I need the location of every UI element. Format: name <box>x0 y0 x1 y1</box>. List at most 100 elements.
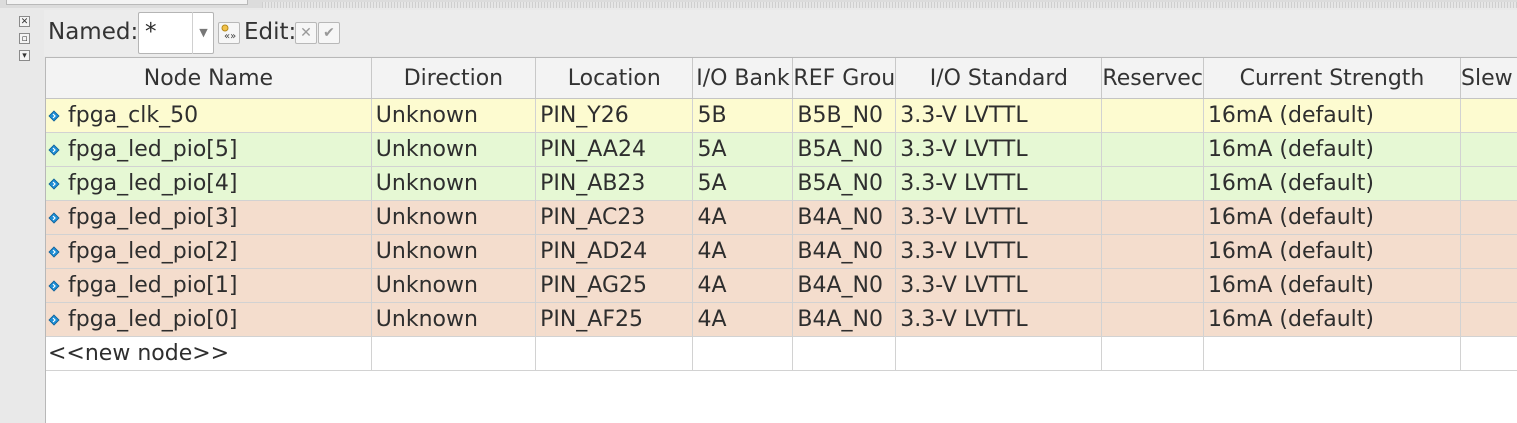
vref-group-cell[interactable]: B4A_N0 <box>792 234 897 269</box>
io-bank-cell[interactable]: 4A <box>692 234 794 269</box>
direction-cell[interactable]: Unknown <box>371 98 537 133</box>
node-name-cell[interactable]: fpga_led_pio[4] <box>46 166 372 201</box>
splitter-handle[interactable] <box>262 2 1517 8</box>
table-row[interactable]: fpga_led_pio[4] Unknown PIN_AB23 5A B5A_N0 3.… <box>46 166 1517 201</box>
chevron-down-icon[interactable]: ▼ <box>192 12 214 54</box>
reserved-cell[interactable] <box>1101 302 1204 337</box>
slew-cell[interactable] <box>1460 132 1517 167</box>
location-cell[interactable]: PIN_AA24 <box>535 132 694 167</box>
location-cell[interactable]: PIN_AF25 <box>535 302 694 337</box>
location-cell[interactable]: PIN_Y26 <box>535 98 694 133</box>
empty-cell[interactable] <box>895 336 1103 371</box>
reserved-cell[interactable] <box>1101 166 1204 201</box>
empty-cell[interactable] <box>371 336 537 371</box>
slew-cell[interactable] <box>1460 98 1517 133</box>
filter-icon[interactable]: «» <box>218 22 240 44</box>
table-row[interactable]: fpga_led_pio[0] Unknown PIN_AF25 4A B4A_N0 3.… <box>46 302 1517 337</box>
direction-cell[interactable]: Unknown <box>371 302 537 337</box>
current-strength-cell[interactable]: 16mA (default) <box>1203 132 1462 167</box>
io-standard-cell[interactable]: 3.3-V LVTTL <box>895 166 1103 201</box>
io-standard-cell[interactable]: 3.3-V LVTTL <box>895 132 1103 167</box>
vref-group-cell[interactable]: B4A_N0 <box>792 200 897 235</box>
table-row[interactable]: fpga_led_pio[2] Unknown PIN_AD24 4A B4A_N0 3.… <box>46 234 1517 269</box>
io-standard-cell[interactable]: 3.3-V LVTTL <box>895 200 1103 235</box>
node-name-cell[interactable]: fpga_led_pio[5] <box>46 132 372 167</box>
current-strength-cell[interactable]: 16mA (default) <box>1203 200 1462 235</box>
reserved-cell[interactable] <box>1101 268 1204 303</box>
column-header-reserved[interactable]: Reservec <box>1101 58 1204 99</box>
io-bank-cell[interactable]: 4A <box>692 302 794 337</box>
node-name-cell[interactable]: fpga_led_pio[1] <box>46 268 372 303</box>
direction-cell[interactable]: Unknown <box>371 268 537 303</box>
current-strength-cell[interactable]: 16mA (default) <box>1203 268 1462 303</box>
reserved-cell[interactable] <box>1101 234 1204 269</box>
vref-group-cell[interactable]: B5B_N0 <box>792 98 897 133</box>
named-filter-combobox[interactable]: * ▼ <box>138 12 214 54</box>
empty-cell[interactable] <box>535 336 694 371</box>
empty-cell[interactable] <box>692 336 794 371</box>
new-node-row[interactable]: <<new node>> <box>46 336 1517 371</box>
location-cell[interactable]: PIN_AB23 <box>535 166 694 201</box>
column-header-vref-group[interactable]: REF Grou <box>792 58 897 99</box>
io-bank-cell[interactable]: 5B <box>692 98 794 133</box>
current-strength-cell[interactable]: 16mA (default) <box>1203 302 1462 337</box>
io-standard-cell[interactable]: 3.3-V LVTTL <box>895 234 1103 269</box>
slew-cell[interactable] <box>1460 166 1517 201</box>
io-standard-cell[interactable]: 3.3-V LVTTL <box>895 98 1103 133</box>
io-standard-cell[interactable]: 3.3-V LVTTL <box>895 302 1103 337</box>
named-filter-value[interactable]: * <box>145 19 157 45</box>
location-cell[interactable]: PIN_AC23 <box>535 200 694 235</box>
slew-cell[interactable] <box>1460 234 1517 269</box>
column-header-io-bank[interactable]: I/O Bank <box>692 58 794 99</box>
close-icon[interactable]: ✕ <box>295 22 317 44</box>
current-strength-cell[interactable]: 16mA (default) <box>1203 98 1462 133</box>
io-bank-cell[interactable]: 4A <box>692 268 794 303</box>
direction-cell[interactable]: Unknown <box>371 166 537 201</box>
column-header-node-name[interactable]: Node Name <box>46 58 372 99</box>
location-cell[interactable]: PIN_AG25 <box>535 268 694 303</box>
float-icon[interactable]: ▾ <box>19 50 30 61</box>
empty-cell[interactable] <box>792 336 897 371</box>
vref-group-cell[interactable]: B4A_N0 <box>792 268 897 303</box>
location-cell[interactable]: PIN_AD24 <box>535 234 694 269</box>
column-header-slew[interactable]: Slew <box>1460 58 1517 99</box>
node-name-cell[interactable]: fpga_led_pio[0] <box>46 302 372 337</box>
table-row[interactable]: fpga_clk_50 Unknown PIN_Y26 5B B5B_N0 3.3-V L… <box>46 98 1517 133</box>
table-row[interactable]: fpga_led_pio[3] Unknown PIN_AC23 4A B4A_N0 3.… <box>46 200 1517 235</box>
io-bank-cell[interactable]: 5A <box>692 132 794 167</box>
reserved-cell[interactable] <box>1101 200 1204 235</box>
column-header-current-strength[interactable]: Current Strength <box>1203 58 1462 99</box>
checkmark-icon[interactable]: ✔ <box>318 22 340 44</box>
io-bank-cell[interactable]: 5A <box>692 166 794 201</box>
node-name-cell[interactable]: fpga_led_pio[2] <box>46 234 372 269</box>
direction-cell[interactable]: Unknown <box>371 200 537 235</box>
direction-cell[interactable]: Unknown <box>371 132 537 167</box>
current-strength-cell[interactable]: 16mA (default) <box>1203 234 1462 269</box>
empty-cell[interactable] <box>1101 336 1204 371</box>
column-header-direction[interactable]: Direction <box>371 58 537 99</box>
column-header-location[interactable]: Location <box>535 58 694 99</box>
reserved-cell[interactable] <box>1101 98 1204 133</box>
column-header-io-standard[interactable]: I/O Standard <box>895 58 1103 99</box>
io-standard-cell[interactable]: 3.3-V LVTTL <box>895 268 1103 303</box>
vref-group-cell[interactable]: B4A_N0 <box>792 302 897 337</box>
table-row[interactable]: fpga_led_pio[1] Unknown PIN_AG25 4A B4A_N0 3.… <box>46 268 1517 303</box>
empty-cell[interactable] <box>1203 336 1462 371</box>
current-strength-cell[interactable]: 16mA (default) <box>1203 166 1462 201</box>
table-row[interactable]: fpga_led_pio[5] Unknown PIN_AA24 5A B5A_N0 3.… <box>46 132 1517 167</box>
slew-cell[interactable] <box>1460 302 1517 337</box>
reserved-cell[interactable] <box>1101 132 1204 167</box>
node-name-cell[interactable]: fpga_clk_50 <box>46 98 372 133</box>
io-bank-cell[interactable]: 4A <box>692 200 794 235</box>
node-name-cell[interactable]: fpga_led_pio[3] <box>46 200 372 235</box>
direction-cell[interactable]: Unknown <box>371 234 537 269</box>
close-icon[interactable]: ✕ <box>19 16 30 27</box>
slew-cell[interactable] <box>1460 268 1517 303</box>
new-node-cell[interactable]: <<new node>> <box>46 336 372 371</box>
empty-cell[interactable] <box>1460 336 1517 371</box>
vref-group-cell[interactable]: B5A_N0 <box>792 132 897 167</box>
restore-icon[interactable]: ▫ <box>19 33 30 44</box>
pin-node-icon <box>48 110 60 122</box>
vref-group-cell[interactable]: B5A_N0 <box>792 166 897 201</box>
slew-cell[interactable] <box>1460 200 1517 235</box>
